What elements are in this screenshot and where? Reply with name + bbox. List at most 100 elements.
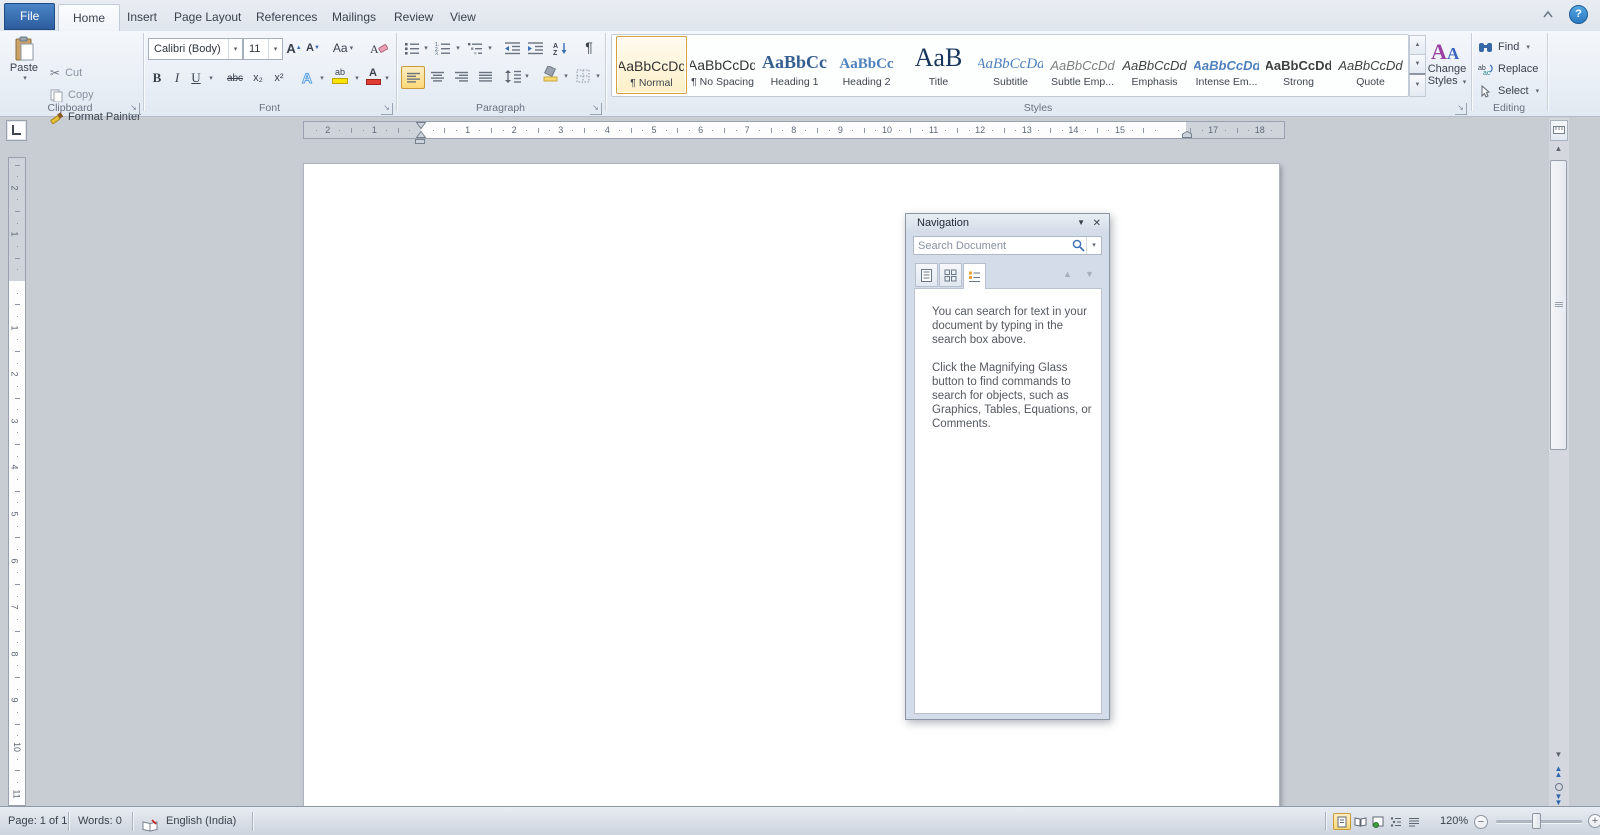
paste-dropdown[interactable]: ▾ — [23, 74, 27, 82]
change-case-dropdown[interactable]: ▾ — [350, 44, 354, 52]
search-options-dropdown[interactable]: ▾ — [1086, 237, 1101, 254]
zoom-slider-handle[interactable] — [1532, 813, 1541, 829]
hanging-indent-marker[interactable] — [416, 131, 426, 138]
browse-headings-tab[interactable] — [915, 263, 938, 287]
select-button[interactable]: Select ▾ — [1478, 81, 1539, 101]
language-indicator[interactable]: English (India) — [166, 807, 236, 835]
zoom-out-button[interactable]: − — [1474, 815, 1488, 829]
strikethrough-button[interactable]: abc — [222, 68, 248, 88]
numbering-button[interactable]: 1. 2. 3. — [434, 38, 452, 58]
navigation-pane-options-icon[interactable]: ▼ — [1077, 218, 1085, 227]
zoom-level-indicator[interactable]: 120% — [1440, 807, 1468, 835]
borders-dropdown[interactable]: ▾ — [592, 66, 602, 86]
right-indent-marker[interactable] — [1182, 131, 1192, 138]
paragraph-dialog-launcher[interactable]: ↘ — [590, 103, 602, 115]
text-effects-dropdown[interactable]: ▾ — [316, 68, 326, 88]
tab-file[interactable]: File — [4, 3, 56, 30]
replace-button[interactable]: ab ac Replace — [1478, 59, 1538, 79]
style-h2[interactable]: AaBbCc Heading 2 — [832, 36, 901, 92]
style-h1[interactable]: AaBbCc Heading 1 — [760, 36, 829, 92]
bullets-button[interactable] — [403, 38, 421, 58]
proofing-status-icon[interactable] — [142, 815, 159, 832]
page-number-indicator[interactable]: Page: 1 of 1 — [8, 807, 67, 835]
style-nospacing[interactable]: AaBbCcDd ¶ No Spacing — [688, 36, 757, 92]
line-spacing-button[interactable] — [503, 66, 523, 86]
multilevel-list-dropdown[interactable]: ▾ — [484, 38, 494, 58]
shading-button[interactable] — [540, 64, 560, 84]
zoom-in-button[interactable]: + — [1588, 814, 1600, 828]
web-layout-view-button[interactable] — [1369, 813, 1387, 830]
help-icon[interactable]: ? — [1569, 5, 1588, 24]
sort-button[interactable]: A Z — [550, 38, 570, 58]
ruler-toggle-button[interactable] — [1550, 120, 1568, 141]
bullets-dropdown[interactable]: ▾ — [420, 38, 430, 58]
change-styles-button[interactable]: A A Change Styles ▾ — [1424, 37, 1470, 87]
vertical-ruler[interactable]: 2 1 1 2 3 4 5 6 7 8 9 10 11 — [8, 157, 26, 806]
underline-dropdown[interactable]: ▾ — [204, 68, 216, 88]
word-count-indicator[interactable]: Words: 0 — [78, 807, 122, 835]
style-intense[interactable]: AaBbCcDd Intense Em... — [1192, 36, 1261, 92]
clipboard-dialog-launcher[interactable]: ↘ — [128, 103, 140, 115]
style-quote[interactable]: AaBbCcDd Quote — [1336, 36, 1405, 92]
tab-view[interactable]: View — [436, 4, 490, 30]
justify-button[interactable] — [474, 66, 496, 86]
font-family-combobox[interactable]: Calibri (Body) ▾ — [148, 38, 243, 60]
previous-result-icon[interactable]: ▲ — [1063, 269, 1072, 279]
shading-dropdown[interactable]: ▾ — [560, 66, 570, 86]
borders-button[interactable] — [573, 66, 593, 86]
underline-button[interactable]: U — [188, 68, 204, 88]
style-strong[interactable]: AaBbCcDd Strong — [1264, 36, 1333, 92]
full-screen-reading-view-button[interactable] — [1351, 813, 1369, 830]
align-left-button[interactable] — [401, 66, 425, 89]
style-normal[interactable]: AaBbCcDd ¶ Normal — [616, 36, 687, 94]
italic-button[interactable]: I — [170, 68, 184, 88]
line-spacing-dropdown[interactable]: ▾ — [521, 66, 531, 86]
grow-font-button[interactable]: A ▲ — [285, 38, 303, 58]
previous-page-icon[interactable]: ▲ ▲ — [1549, 765, 1568, 779]
highlight-dropdown[interactable]: ▾ — [351, 68, 361, 88]
outline-view-button[interactable] — [1387, 813, 1405, 830]
superscript-button[interactable]: x² — [269, 68, 289, 88]
scrollbar-thumb[interactable] — [1550, 160, 1567, 450]
align-right-button[interactable] — [450, 66, 472, 86]
style-subtle[interactable]: AaBbCcDd Subtle Emp... — [1048, 36, 1117, 92]
horizontal-ruler[interactable]: 2 1 1 2 3 4 5 6 7 8 9 10 11 12 13 14 15 17 18 — [303, 121, 1285, 139]
find-button[interactable]: Find ▾ — [1478, 37, 1530, 57]
cut-button[interactable]: ✂ Cut — [50, 63, 82, 83]
font-color-button[interactable]: A — [364, 66, 382, 86]
change-case-button[interactable]: Aa ▾ — [330, 38, 356, 58]
shrink-font-button[interactable]: A ▼ — [304, 38, 322, 58]
document-page[interactable] — [303, 163, 1280, 808]
clear-formatting-button[interactable]: A — [368, 38, 390, 58]
browse-results-tab[interactable] — [963, 263, 986, 289]
font-color-dropdown[interactable]: ▾ — [381, 68, 391, 88]
left-indent-marker[interactable] — [415, 139, 425, 144]
subscript-button[interactable]: x₂ — [248, 68, 268, 88]
next-result-icon[interactable]: ▼ — [1085, 269, 1094, 279]
style-subtitle[interactable]: AaBbCcDd Subtitle — [976, 36, 1045, 92]
scroll-down-icon[interactable]: ▼ — [1549, 750, 1568, 759]
find-dropdown-icon[interactable]: ▾ — [1526, 43, 1530, 51]
search-icon[interactable] — [1071, 238, 1086, 253]
increase-indent-button[interactable] — [525, 38, 545, 58]
select-dropdown-icon[interactable]: ▾ — [1536, 87, 1540, 95]
numbering-dropdown[interactable]: ▾ — [452, 38, 462, 58]
text-effects-button[interactable]: A — [298, 68, 316, 88]
navigation-results-area[interactable]: You can search for text in your document … — [914, 288, 1102, 714]
styles-dialog-launcher[interactable]: ↘ — [1455, 103, 1467, 115]
tab-home[interactable]: Home — [58, 4, 121, 31]
minimize-ribbon-icon[interactable] — [1541, 9, 1555, 19]
print-layout-view-button[interactable] — [1333, 813, 1351, 830]
navigation-pane-close-icon[interactable]: ✕ — [1093, 218, 1101, 229]
scroll-up-icon[interactable]: ▲ — [1549, 144, 1568, 153]
decrease-indent-button[interactable] — [502, 38, 522, 58]
first-line-indent-marker[interactable] — [416, 122, 426, 129]
tab-stop-selector[interactable] — [6, 120, 27, 141]
multilevel-list-button[interactable] — [466, 38, 484, 58]
font-size-combobox[interactable]: 11 ▾ — [243, 38, 283, 60]
draft-view-button[interactable] — [1405, 813, 1423, 830]
font-family-dropdown-icon[interactable]: ▾ — [228, 39, 242, 59]
bold-button[interactable]: B — [149, 68, 165, 88]
next-page-icon[interactable]: ▼ ▼ — [1549, 793, 1568, 807]
font-dialog-launcher[interactable]: ↘ — [381, 103, 393, 115]
